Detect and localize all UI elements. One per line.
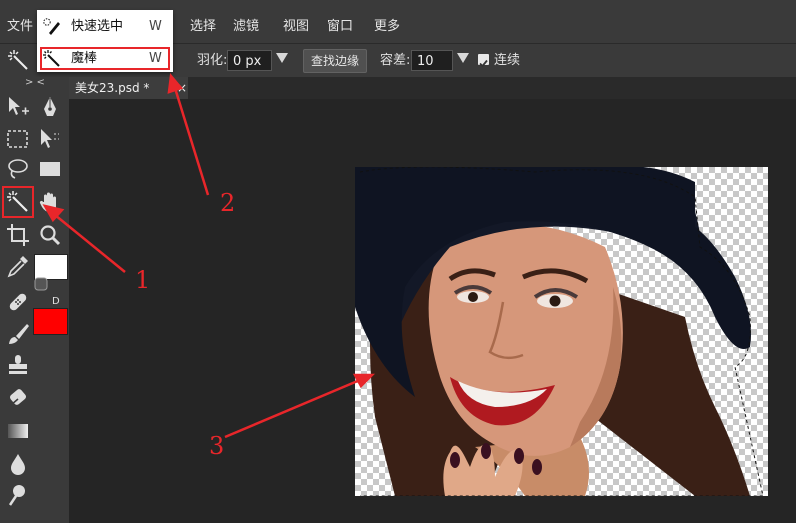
annotation-number-3: 3 (209, 432, 225, 460)
check-icon (479, 59, 488, 68)
annotation-number-2: 2 (220, 189, 236, 217)
magic-wand-icon[interactable] (8, 50, 30, 72)
woman-in-hat-photo (355, 167, 764, 496)
path-select-icon[interactable] (37, 126, 63, 152)
healing-brush-icon[interactable] (5, 289, 31, 315)
shortcut-key: W (149, 19, 162, 34)
active-tool-highlight-box (2, 186, 34, 218)
feather-input[interactable]: 0 px (227, 50, 272, 71)
contiguous-checkbox[interactable] (478, 54, 489, 68)
blur-icon[interactable] (5, 451, 31, 477)
contiguous-label: 连续 (494, 53, 521, 68)
dropdown-item-label: 快速选中 (71, 19, 124, 34)
collapse-panel-icon[interactable]: > < (25, 77, 45, 89)
menu-select[interactable]: 选择 (190, 0, 216, 43)
lasso-icon[interactable] (5, 156, 31, 182)
brush-icon[interactable] (5, 321, 31, 347)
feather-label: 羽化: (197, 53, 228, 68)
annotation-number-1: 1 (135, 266, 151, 294)
menu-window[interactable]: 窗口 (327, 0, 353, 43)
clone-stamp-icon[interactable] (5, 352, 31, 378)
swap-colors-icon[interactable] (34, 276, 48, 291)
document-tab[interactable]: 美女23.psd * × (69, 77, 188, 99)
document-canvas[interactable] (355, 167, 768, 496)
eraser-icon[interactable] (5, 385, 31, 411)
quick-select-brush-icon (43, 18, 61, 36)
menu-view[interactable]: 视图 (283, 0, 309, 43)
move-icon[interactable] (5, 94, 31, 120)
tolerance-input[interactable]: 10 (411, 50, 453, 71)
default-colors-icon[interactable]: D (52, 296, 60, 307)
menu-more[interactable]: 更多 (374, 0, 400, 43)
document-tab-bar: 美女23.psd * × (69, 77, 796, 99)
feather-dropdown-icon[interactable] (276, 53, 288, 63)
dodge-icon[interactable] (5, 482, 31, 508)
find-edges-button[interactable]: 查找边缘 (303, 49, 367, 73)
menu-filter[interactable]: 滤镜 (233, 0, 259, 43)
magic-wand-highlight-box (40, 47, 170, 70)
zoom-icon[interactable] (37, 222, 63, 248)
gradient-icon[interactable] (5, 418, 31, 444)
menu-file[interactable]: 文件 (7, 0, 33, 43)
tolerance-label: 容差: (380, 53, 411, 68)
crop-icon[interactable] (5, 222, 31, 248)
document-tab-title: 美女23.psd * (75, 81, 150, 95)
marquee-icon[interactable] (5, 126, 31, 152)
dropdown-item-quick-select[interactable]: 快速选中 W (37, 13, 173, 41)
pen-icon[interactable] (37, 94, 63, 120)
rectangle-shape-icon[interactable] (37, 156, 63, 182)
tolerance-dropdown-icon[interactable] (457, 53, 469, 63)
eyedropper-icon[interactable] (5, 253, 31, 279)
background-color-swatch[interactable] (33, 308, 68, 335)
hand-icon[interactable] (37, 189, 63, 215)
close-tab-icon[interactable]: × (177, 77, 187, 99)
